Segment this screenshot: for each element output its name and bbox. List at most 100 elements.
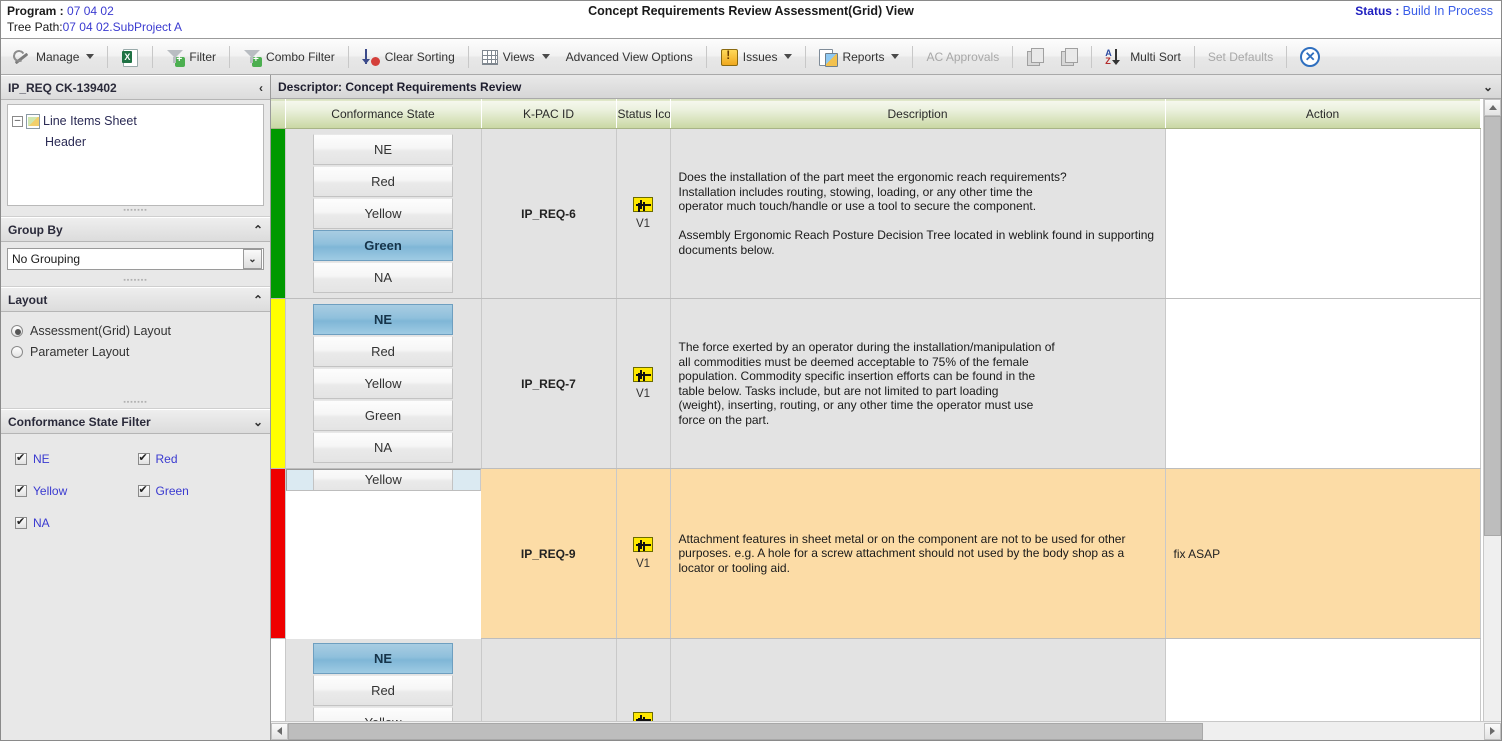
tree-root-node[interactable]: – Line Items Sheet: [12, 111, 259, 131]
scroll-right-button[interactable]: [1484, 722, 1501, 740]
vertical-scrollbar[interactable]: [1483, 99, 1501, 721]
clear-sorting-button[interactable]: Clear Sorting: [354, 44, 463, 70]
filter-button[interactable]: Filter: [158, 44, 224, 70]
table-row[interactable]: NERedYellowGreenNA: [271, 638, 1481, 721]
layout-header[interactable]: Layout ⌃: [1, 287, 270, 312]
conformance-state-cell[interactable]: NERedYellowGreenNA: [285, 638, 482, 721]
horizontal-scrollbar[interactable]: [271, 721, 1501, 740]
status-icon-cell[interactable]: [616, 638, 671, 721]
vertical-scroll-thumb[interactable]: [1484, 116, 1501, 536]
issues-button[interactable]: Issues: [712, 44, 801, 70]
filter-checkbox-red[interactable]: Red: [137, 443, 261, 475]
layout-option-assessment-grid[interactable]: Assessment(Grid) Layout: [11, 320, 260, 341]
action-cell[interactable]: [1165, 638, 1481, 721]
scroll-up-button[interactable]: [1484, 99, 1501, 116]
conformance-filter-options: NE Red Yellow Green: [1, 434, 270, 551]
combo-filter-button[interactable]: Combo Filter: [235, 44, 343, 70]
chevron-up-icon[interactable]: ⌃: [253, 223, 263, 237]
checkbox-icon[interactable]: [137, 451, 150, 465]
multi-sort-button[interactable]: AZ Multi Sort: [1097, 44, 1189, 70]
conformance-state-option-red[interactable]: Red: [313, 165, 453, 197]
checkbox-icon[interactable]: [15, 515, 27, 529]
checkbox-icon[interactable]: [15, 483, 27, 497]
horizontal-scroll-thumb[interactable]: [288, 722, 1203, 740]
conformance-state-option-ne[interactable]: NE: [313, 642, 453, 674]
conformance-state-option-yellow[interactable]: Yellow: [313, 470, 454, 490]
close-button[interactable]: ✕: [1292, 44, 1328, 70]
action-cell[interactable]: [1165, 128, 1481, 299]
conformance-state-cell[interactable]: NERedYellowGreenNA: [285, 469, 481, 491]
column-header-description[interactable]: Description: [670, 99, 1166, 129]
advanced-view-options-button[interactable]: Advanced View Options: [558, 44, 701, 70]
filter-checkbox-ne[interactable]: NE: [15, 443, 138, 475]
checkbox-icon[interactable]: [15, 451, 27, 465]
layout-option-parameter[interactable]: Parameter Layout: [11, 341, 260, 362]
radio-icon[interactable]: [11, 324, 23, 337]
descriptor-expand-icon[interactable]: ⌄: [1483, 80, 1493, 94]
conformance-state-option-yellow[interactable]: Yellow: [313, 197, 453, 229]
table-row[interactable]: NERedYellowGreenNA IP_REQ-9 V1 Attachment f…: [271, 468, 1481, 639]
chevron-down-icon[interactable]: ⌄: [253, 415, 263, 429]
horizontal-scroll-track[interactable]: [288, 722, 1484, 740]
conformance-state-option-green[interactable]: Green: [313, 229, 453, 261]
conformance-state-option-yellow[interactable]: Yellow: [313, 367, 453, 399]
conformance-state-option-na[interactable]: NA: [313, 431, 453, 463]
signal-wave-icon[interactable]: [633, 197, 653, 212]
action-cell[interactable]: [1165, 298, 1481, 469]
table-row[interactable]: NE Red Yellow Green NA IP_REQ-6 V1 Does the ins…: [271, 128, 1481, 299]
kpac-id-cell[interactable]: IP_REQ-6: [481, 128, 617, 299]
chevron-up-icon[interactable]: ⌃: [253, 293, 263, 307]
column-header-kpac-id[interactable]: K-PAC ID: [481, 99, 617, 129]
collapse-sidebar-icon[interactable]: ‹: [259, 81, 263, 95]
panel-resize-grip[interactable]: ▪▪▪▪▪▪▪: [1, 207, 270, 214]
views-button[interactable]: Views: [474, 44, 558, 70]
description-cell[interactable]: Does the installation of the part meet t…: [670, 128, 1166, 299]
status-icon-cell[interactable]: V1: [616, 128, 671, 299]
panel-resize-grip[interactable]: ▪▪▪▪▪▪▪: [1, 399, 270, 406]
group-by-header[interactable]: Group By ⌃: [1, 217, 270, 242]
column-header-action[interactable]: Action: [1165, 99, 1481, 129]
conformance-state-option-yellow[interactable]: Yellow: [313, 706, 453, 721]
tree-child-header[interactable]: Header: [12, 131, 259, 153]
description-cell[interactable]: The force exerted by an operator during …: [670, 298, 1166, 469]
table-row[interactable]: NE Red Yellow Green NA IP_REQ-7 V1 The force ex…: [271, 298, 1481, 469]
signal-wave-icon[interactable]: [633, 537, 653, 552]
conformance-state-cell[interactable]: NERedYellowGreenNA: [285, 298, 482, 469]
kpac-id-cell[interactable]: IP_REQ-7: [481, 298, 617, 469]
column-header-status-icon[interactable]: Status Ico: [616, 99, 671, 129]
conformance-filter-header[interactable]: Conformance State Filter ⌄: [1, 409, 270, 434]
action-cell[interactable]: fix ASAP: [1165, 468, 1481, 639]
panel-resize-grip[interactable]: ▪▪▪▪▪▪▪: [1, 277, 270, 284]
conformance-state-option-red[interactable]: Red: [313, 335, 453, 367]
description-cell[interactable]: Attachment features in sheet metal or on…: [670, 468, 1166, 639]
descriptor-bar: Descriptor: Concept Requirements Review …: [271, 75, 1501, 99]
radio-icon[interactable]: [11, 345, 23, 358]
column-header-conformance-state[interactable]: Conformance State: [285, 99, 482, 129]
status-icon-cell[interactable]: V1: [616, 298, 671, 469]
kpac-id-cell[interactable]: [481, 638, 617, 721]
conformance-state-option-green[interactable]: Green: [313, 399, 453, 431]
status-value-link[interactable]: Build In Process: [1403, 4, 1493, 18]
conformance-state-option-ne[interactable]: NE: [313, 303, 453, 335]
description-cell[interactable]: [670, 638, 1166, 721]
conformance-state-option-red[interactable]: Red: [313, 674, 453, 706]
conformance-state-option-ne[interactable]: NE: [313, 133, 453, 165]
group-by-select[interactable]: No Grouping ⌄: [7, 248, 264, 270]
export-excel-button[interactable]: [113, 44, 147, 70]
filter-checkbox-yellow[interactable]: Yellow: [15, 475, 138, 507]
manage-button[interactable]: Manage: [5, 44, 102, 70]
tree-collapse-icon[interactable]: –: [12, 115, 23, 127]
signal-wave-icon[interactable]: [633, 712, 653, 721]
vertical-scroll-track[interactable]: [1484, 536, 1501, 721]
filter-checkbox-na[interactable]: NA: [15, 507, 138, 539]
status-icon-cell[interactable]: V1: [616, 468, 671, 639]
kpac-id-cell[interactable]: IP_REQ-9: [481, 468, 617, 639]
scroll-left-button[interactable]: [271, 722, 288, 740]
reports-button[interactable]: Reports: [811, 44, 907, 70]
checkbox-icon[interactable]: [137, 483, 150, 497]
signal-wave-icon[interactable]: [633, 367, 653, 382]
filter-checkbox-green[interactable]: Green: [137, 475, 261, 507]
conformance-state-option-na[interactable]: NA: [313, 261, 453, 293]
conformance-state-cell[interactable]: NERedYellowGreenNA: [285, 128, 482, 299]
chevron-down-icon[interactable]: ⌄: [243, 249, 262, 269]
